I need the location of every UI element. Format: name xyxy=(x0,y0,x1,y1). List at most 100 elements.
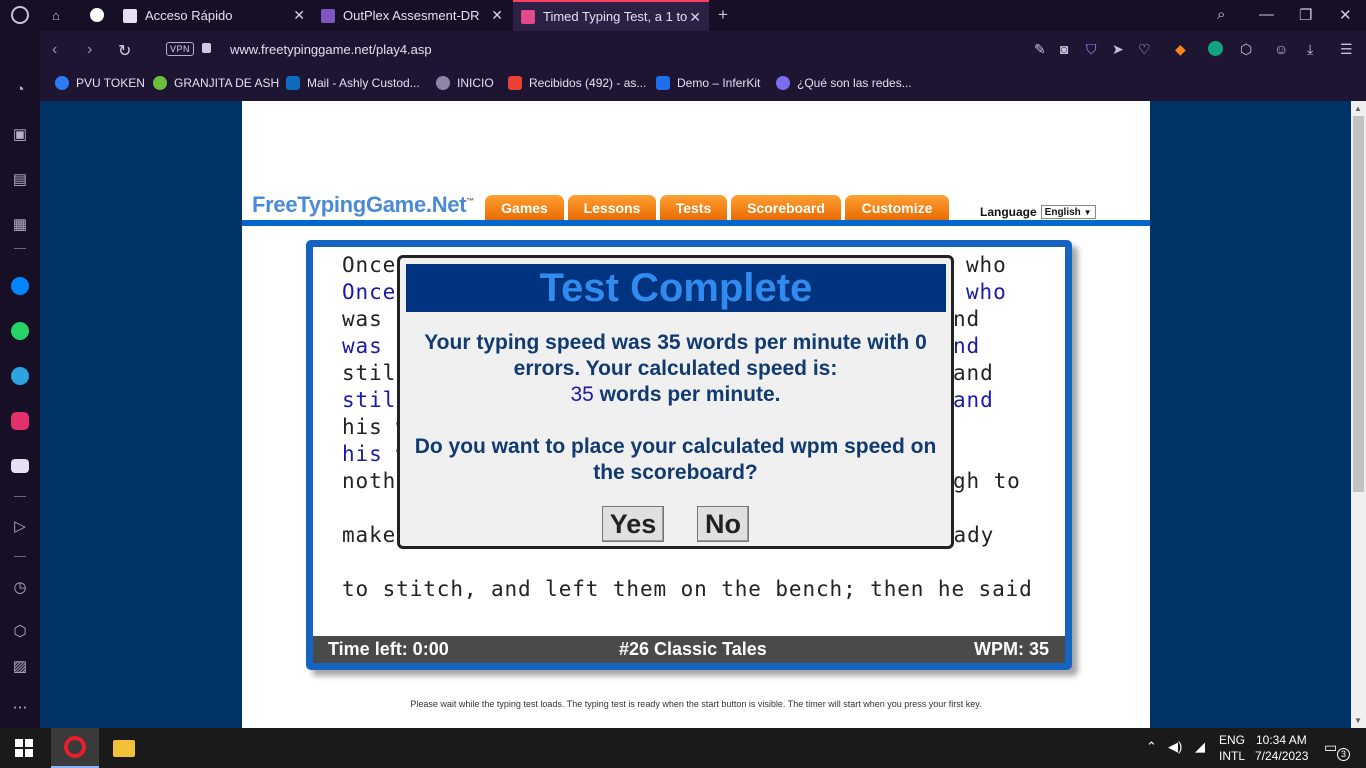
tab-acceso-rapido[interactable]: Acceso Rápido ✕ xyxy=(115,0,313,31)
discord-icon[interactable] xyxy=(10,456,30,476)
edit-icon[interactable]: ✎ xyxy=(1034,41,1046,58)
metamask-icon[interactable]: ◆ xyxy=(1175,41,1186,58)
result-line-2: errors. Your calculated speed is: xyxy=(513,357,838,380)
nav-scoreboard[interactable]: Scoreboard xyxy=(731,195,841,221)
clover-icon xyxy=(153,76,167,90)
tab-typing-test[interactable]: Timed Typing Test, a 1 to 5 ✕ xyxy=(513,0,709,31)
nav-lessons[interactable]: Lessons xyxy=(568,195,656,221)
tab-label: OutPlex Assesment-DR xyxy=(343,8,480,23)
test-name: #26 Classic Tales xyxy=(619,639,767,659)
bookmark-label: PVU TOKEN xyxy=(76,76,145,90)
send-icon[interactable]: ➤ xyxy=(1112,41,1124,58)
messenger-icon[interactable] xyxy=(10,276,30,296)
scrollbar-thumb[interactable] xyxy=(1353,116,1364,492)
passage-line-right: nd xyxy=(953,307,981,331)
globe-icon[interactable] xyxy=(90,8,104,22)
network-icon[interactable]: ◢ xyxy=(1195,739,1205,755)
vpn-badge[interactable]: VPN xyxy=(166,42,195,56)
search-tabs-icon[interactable]: ⌕ xyxy=(1217,6,1225,23)
typed-line: Once xyxy=(342,280,397,304)
t-icon xyxy=(521,9,535,24)
passage-line-right: gh to xyxy=(953,469,1021,493)
telegram-icon[interactable] xyxy=(10,366,30,386)
bookmark-label: ¿Qué son las redes... xyxy=(797,76,912,90)
close-icon[interactable]: ✕ xyxy=(689,10,701,24)
show-hidden-icons[interactable]: ⌃ xyxy=(1146,739,1157,755)
close-icon[interactable]: ✕ xyxy=(293,8,305,22)
bookmark-inicio[interactable]: INICIO xyxy=(436,76,494,90)
more-icon[interactable]: ⋯ xyxy=(10,697,30,717)
instagram-icon[interactable] xyxy=(10,411,30,431)
restore-icon[interactable]: ❐ xyxy=(1299,6,1312,24)
tab-outplex[interactable]: OutPlex Assesment-DR ✕ xyxy=(313,0,511,31)
nav-customize[interactable]: Customize xyxy=(845,195,949,221)
result-line-3: 35 words per minute. xyxy=(400,382,951,408)
pvu-icon xyxy=(55,76,69,90)
bookmark-mail[interactable]: Mail - Ashly Custod... xyxy=(286,76,420,90)
close-window-icon[interactable]: ✕ xyxy=(1339,6,1352,24)
heart-icon[interactable]: ♡ xyxy=(1138,41,1151,58)
taskbar-opera[interactable] xyxy=(51,728,99,768)
inferkit-icon xyxy=(656,76,670,90)
lock-icon[interactable] xyxy=(202,43,211,53)
scroll-down-icon[interactable]: ▼ xyxy=(1354,716,1362,725)
bookmark-pvu-token[interactable]: PVU TOKEN xyxy=(55,76,145,90)
typed-line-right: and xyxy=(953,388,994,412)
no-button[interactable]: No xyxy=(697,506,749,542)
input-lang-1[interactable]: ENG xyxy=(1219,733,1245,747)
bookmark-granjita[interactable]: GRANJITA DE ASH xyxy=(153,76,279,90)
shield-icon[interactable]: ⛉ xyxy=(1086,41,1097,58)
crypto-wallet-icon[interactable]: ▦ xyxy=(10,214,30,234)
site-logo[interactable]: FreeTypingGame.Net™ xyxy=(252,192,474,218)
clock-time[interactable]: 10:34 AM xyxy=(1256,733,1307,747)
history-icon[interactable]: ◷ xyxy=(10,577,30,597)
input-lang-2[interactable]: INTL xyxy=(1219,749,1245,763)
nav-tests[interactable]: Tests xyxy=(660,195,727,221)
clock-date[interactable]: 7/24/2023 xyxy=(1255,749,1308,763)
forward-icon[interactable]: › xyxy=(87,41,92,59)
bookmark-gmail[interactable]: Recibidos (492) - as... xyxy=(508,76,646,90)
whatsapp-icon[interactable] xyxy=(10,321,30,341)
extensions-icon[interactable]: ⬡ xyxy=(10,621,30,641)
notification-icon[interactable]: ▭ xyxy=(1324,739,1337,756)
bookmark-inferkit[interactable]: Demo – InferKit xyxy=(656,76,760,90)
passage-line: Once xyxy=(342,253,397,277)
windows-logo-icon xyxy=(15,739,33,757)
dialog-title: Test Complete xyxy=(406,264,946,312)
yes-button[interactable]: Yes xyxy=(602,506,664,542)
snapshot-gallery-icon[interactable]: ▨ xyxy=(10,656,30,676)
player-icon[interactable]: ▷ xyxy=(10,516,30,536)
language-select[interactable]: English ▼ xyxy=(1040,205,1096,219)
camera-icon[interactable]: ◙ xyxy=(1060,41,1068,57)
language-selector: Language English ▼ xyxy=(980,205,1096,219)
volume-icon[interactable]: ◀) xyxy=(1168,739,1182,755)
notification-count: 3 xyxy=(1337,748,1350,761)
typed-line-right: who xyxy=(966,280,1007,304)
scroll-up-icon[interactable]: ▲ xyxy=(1354,104,1362,113)
easy-setup-icon[interactable]: ☰ xyxy=(1340,41,1353,58)
profile-icon[interactable]: ☺ xyxy=(1274,41,1288,57)
extension-a-icon[interactable] xyxy=(1208,41,1223,56)
speed-dial-icon[interactable]: ◔ xyxy=(10,79,30,99)
start-button[interactable] xyxy=(4,728,44,768)
taskbar-file-explorer[interactable] xyxy=(100,728,148,768)
briefcase-icon[interactable]: ▣ xyxy=(10,124,30,144)
twitch-icon[interactable]: ▤ xyxy=(10,169,30,189)
tab-label: Acceso Rápido xyxy=(145,8,233,23)
close-icon[interactable]: ✕ xyxy=(491,8,503,22)
back-icon[interactable]: ‹ xyxy=(52,41,57,59)
new-tab-icon[interactable]: + xyxy=(718,5,728,25)
cube-icon[interactable]: ⬡ xyxy=(1240,41,1252,58)
doc-icon xyxy=(776,76,790,90)
nav-games[interactable]: Games xyxy=(485,195,564,221)
result-line-1: Your typing speed was 35 words per minut… xyxy=(424,331,927,354)
reload-icon[interactable]: ↻ xyxy=(118,41,131,61)
bookmark-label: INICIO xyxy=(457,76,494,90)
question-line-2: the scoreboard? xyxy=(593,461,758,484)
minimize-icon[interactable]: — xyxy=(1259,6,1274,23)
url-field[interactable]: www.freetypinggame.net/play4.asp xyxy=(230,42,432,57)
download-icon[interactable]: ⤓ xyxy=(1307,41,1313,58)
bookmark-redes[interactable]: ¿Qué son las redes... xyxy=(776,76,912,90)
opera-menu-icon[interactable] xyxy=(11,6,29,24)
gamepad-icon[interactable]: ⌂ xyxy=(52,8,60,23)
